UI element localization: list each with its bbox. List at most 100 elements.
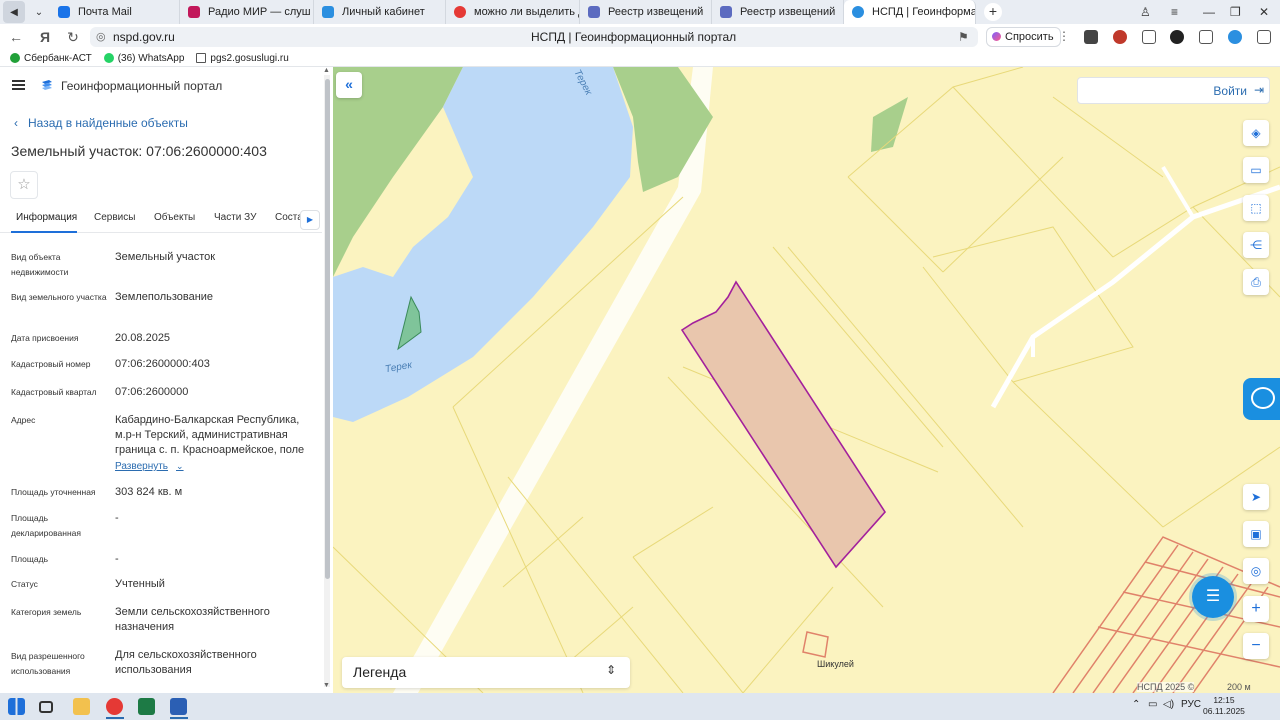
bookmarks-bar: Сбербанк-АСТ (36) WhatsApp pgs2.gosuslug… (0, 50, 1280, 67)
cadastral-map[interactable]: Терек Терек Шикулей (333, 67, 1280, 693)
menu-icon[interactable]: ≡ (1171, 0, 1178, 24)
portal-title: Геоинформационный портал (61, 79, 223, 93)
play-icon[interactable] (1170, 30, 1184, 44)
browser-tab-search[interactable]: можно ли выделить доля (446, 0, 580, 24)
language-indicator[interactable]: РУС (1181, 699, 1201, 710)
panel-scroll-thumb[interactable] (325, 79, 330, 579)
extension-icon[interactable] (1113, 30, 1127, 44)
sound-icon[interactable]: ◀ (3, 1, 25, 23)
prop-value: - (115, 512, 119, 524)
bookmark-sberbank[interactable]: Сбербанк-АСТ (10, 53, 92, 64)
clock[interactable]: 12:15 06.11.2025 (1203, 695, 1245, 717)
prop-value: Земельный участок (115, 251, 216, 263)
select-area-icon[interactable]: ⬚ (1243, 195, 1269, 221)
reload-icon[interactable]: ↻ (64, 28, 82, 46)
extension-icon[interactable] (1084, 30, 1098, 44)
geolocation-icon[interactable]: ◎ (1243, 558, 1269, 584)
back-to-results-link[interactable]: ‹ Назад в найденные объекты (14, 116, 188, 130)
scroll-up-icon[interactable]: ▲ (323, 67, 330, 74)
active-app-indicator (170, 717, 188, 719)
map-canvas[interactable] (333, 67, 1280, 693)
cabinet-icon (322, 6, 334, 18)
tab-composition[interactable]: Соста (275, 212, 303, 223)
word-icon[interactable] (170, 698, 187, 715)
login-arrow-icon: ⇥ (1253, 83, 1264, 97)
ask-button[interactable]: Спросить (986, 27, 1061, 47)
browser-tab-mail[interactable]: Почта Mail (50, 0, 180, 24)
bookmark-icon[interactable]: ⚑ (958, 30, 969, 44)
hamburger-menu-icon[interactable] (12, 80, 25, 90)
browser-tab-registry-2[interactable]: Реестр извещений (712, 0, 844, 24)
zoom-out-icon[interactable]: − (1243, 633, 1269, 659)
minimize-icon[interactable]: — (1203, 0, 1215, 24)
file-explorer-icon[interactable] (73, 698, 90, 715)
bookmark-whatsapp[interactable]: (36) WhatsApp (103, 53, 184, 64)
prop-label: Категория земель (11, 607, 82, 617)
prop-value: Учтенный (115, 578, 165, 590)
puzzle-icon[interactable] (1142, 30, 1156, 44)
yandex-logo-icon[interactable]: Я (36, 28, 54, 46)
layers-icon[interactable]: ◈ (1243, 120, 1269, 146)
object-info-panel: Геоинформационный портал ‹ Назад в найден… (0, 67, 333, 693)
zoom-in-icon[interactable]: + (1243, 596, 1269, 622)
tray-chevron-up-icon[interactable]: ⌃ (1132, 699, 1140, 710)
chat-button[interactable]: ☰ (1192, 576, 1234, 618)
map-copyright: НСПД 2025 © (1137, 682, 1195, 692)
collapse-panel-button[interactable]: « (336, 72, 362, 98)
print-icon[interactable]: ⎙ (1243, 269, 1269, 295)
network-icon[interactable]: ▭ (1148, 699, 1157, 710)
support-chat-tab[interactable] (1243, 378, 1280, 420)
scroll-down-icon[interactable]: ▼ (323, 682, 330, 689)
volume-icon[interactable]: ◁) (1163, 699, 1174, 710)
expand-address-link[interactable]: Развернуть ⌄ (115, 461, 184, 472)
bookmark-gosuslugi[interactable]: pgs2.gosuslugi.ru (196, 53, 289, 64)
prop-label: Кадастровый квартал (11, 387, 97, 397)
download-icon[interactable] (1257, 30, 1271, 44)
tab-list-chevron-icon[interactable]: ⌄ (28, 1, 50, 23)
prop-label: Вид разрешенного использования (11, 651, 85, 676)
url-field[interactable]: ◎ nspd.gov.ru НСПД | Геоинформационный п… (90, 27, 978, 47)
windows-start-icon[interactable] (8, 698, 25, 715)
prop-value: 07:06:2600000:403 (115, 358, 210, 370)
ruler-icon[interactable]: ▭ (1243, 157, 1269, 183)
tab-objects[interactable]: Объекты (154, 212, 195, 223)
navigate-icon[interactable]: ➤ (1243, 484, 1269, 510)
tabs-next-chevron-icon[interactable]: ▶ (300, 210, 320, 230)
tab-services[interactable]: Сервисы (94, 212, 135, 223)
favorite-star-icon[interactable]: ☆ (10, 171, 38, 199)
minimap-icon[interactable]: ▣ (1243, 521, 1269, 547)
portal-logo-icon (42, 80, 52, 90)
back-arrow-icon[interactable]: ← (7, 28, 25, 46)
radio-icon (188, 6, 200, 18)
prop-label: Площадь (11, 554, 49, 564)
clock-date: 06.11.2025 (1203, 706, 1245, 716)
close-window-icon[interactable]: ✕ (1259, 0, 1269, 24)
tab-parcel-parts[interactable]: Части ЗУ (214, 212, 256, 223)
excel-icon[interactable] (138, 698, 155, 715)
browser-tab-nspd[interactable]: НСПД | Геоинформац ✕ (844, 0, 976, 24)
prop-value: Землепользование (115, 291, 214, 303)
browser-tab-registry-1[interactable]: Реестр извещений (580, 0, 712, 24)
login-button[interactable]: Войти ⇥ (1077, 77, 1270, 104)
browser-tab-radio[interactable]: Радио МИР — слуш ◀) (180, 0, 314, 24)
chevron-down-icon: ⌄ (176, 461, 184, 471)
browser-tab-cabinet[interactable]: Личный кабинет (314, 0, 446, 24)
prop-label: Вид земельного участка (11, 292, 107, 302)
share-icon[interactable]: ⋲ (1243, 232, 1269, 258)
whatsapp-icon (103, 53, 114, 63)
object-tabs: Информация Сервисы Объекты Части ЗУ Сост… (0, 209, 322, 233)
new-tab-button[interactable]: + (984, 3, 1002, 21)
mail-icon (58, 6, 70, 18)
more-icon[interactable]: ⋮ (1058, 29, 1070, 43)
task-view-icon[interactable] (39, 701, 53, 713)
tab-information[interactable]: Информация (16, 212, 77, 223)
page-icon (196, 53, 207, 63)
yandex-browser-icon[interactable] (106, 698, 123, 715)
notifications-icon[interactable] (1228, 30, 1242, 44)
prop-value: Земли сельскохозяйственного назначения (115, 606, 270, 633)
collections-icon[interactable] (1199, 30, 1213, 44)
url-text: nspd.gov.ru (113, 30, 175, 44)
profile-icon[interactable]: ♙ (1140, 0, 1151, 24)
legend-toggle[interactable]: Легенда ⇕ (342, 657, 630, 688)
restore-icon[interactable]: ❐ (1230, 0, 1241, 24)
